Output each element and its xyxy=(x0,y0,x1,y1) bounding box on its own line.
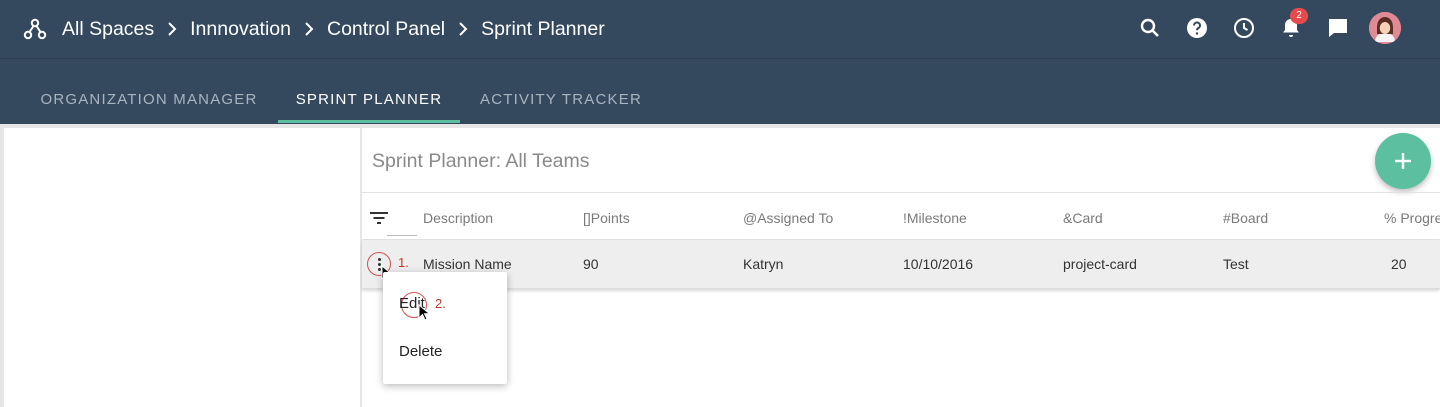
column-header-assigned-to[interactable]: @Assigned To xyxy=(743,210,833,226)
sprint-planner-panel: Sprint Planner: All Teams Description []… xyxy=(362,128,1440,407)
avatar[interactable] xyxy=(1369,12,1401,44)
filter-icon[interactable] xyxy=(370,211,388,225)
column-header-milestone[interactable]: !Milestone xyxy=(903,210,967,226)
active-tab-indicator xyxy=(278,120,460,123)
add-button[interactable] xyxy=(1375,133,1431,189)
left-panel xyxy=(4,128,360,407)
breadcrumb-sprint-planner: Sprint Planner xyxy=(481,17,605,40)
page-title: Sprint Planner: All Teams xyxy=(372,150,590,172)
cell-progress: 20 xyxy=(1391,256,1407,272)
breadcrumb-innovation[interactable]: Innnovation xyxy=(190,18,291,41)
cell-board: Test xyxy=(1223,256,1249,272)
help-icon[interactable] xyxy=(1185,16,1209,40)
table-header: Description []Points @Assigned To !Miles… xyxy=(362,192,1440,240)
step-annotation-1: 1. xyxy=(398,255,409,270)
table-row[interactable]: 1. Mission Name 90 Katryn 10/10/2016 pro… xyxy=(362,240,1440,289)
tab-organization-manager[interactable]: ORGANIZATION MANAGER xyxy=(20,59,278,125)
cell-description: Mission Name xyxy=(423,256,512,272)
user-avatar-icon xyxy=(1369,12,1401,44)
column-header-board[interactable]: #Board xyxy=(1223,210,1268,226)
filter-input-underline[interactable] xyxy=(387,235,417,236)
plus-icon xyxy=(1395,153,1411,169)
top-bar: All Spaces Innnovation Control Panel Spr… xyxy=(0,0,1440,58)
search-icon[interactable] xyxy=(1138,16,1162,40)
tab-bar: ORGANIZATION MANAGER SPRINT PLANNER ACTI… xyxy=(0,58,1440,124)
mouse-cursor-icon xyxy=(418,304,431,321)
cell-assigned-to: Katryn xyxy=(743,256,784,272)
step-annotation-2: 2. xyxy=(435,296,446,311)
column-header-description[interactable]: Description xyxy=(423,210,493,226)
row-context-menu: Edit 2. Delete xyxy=(383,272,507,384)
chevron-right-icon xyxy=(305,22,314,36)
breadcrumb-all-spaces[interactable]: All Spaces xyxy=(62,18,154,41)
chevron-right-icon xyxy=(168,22,177,36)
column-header-progress[interactable]: % Progre xyxy=(1384,210,1440,226)
kebab-dot xyxy=(377,258,381,261)
chat-icon[interactable] xyxy=(1326,16,1350,40)
breadcrumb-control-panel[interactable]: Control Panel xyxy=(327,18,445,41)
notification-badge: 2 xyxy=(1290,8,1308,24)
menu-item-delete[interactable]: Delete xyxy=(399,343,442,360)
cell-card: project-card xyxy=(1063,256,1137,272)
column-header-card[interactable]: &Card xyxy=(1063,210,1103,226)
breadcrumb: All Spaces Innnovation Control Panel Spr… xyxy=(62,15,605,43)
clock-icon[interactable] xyxy=(1232,16,1256,40)
tab-sprint-planner[interactable]: SPRINT PLANNER xyxy=(278,59,460,125)
spaces-logo-icon[interactable] xyxy=(22,16,48,42)
column-header-points[interactable]: []Points xyxy=(583,210,630,226)
cell-milestone: 10/10/2016 xyxy=(903,256,974,272)
cell-points: 90 xyxy=(583,256,599,272)
chevron-right-icon xyxy=(459,22,468,36)
tab-activity-tracker[interactable]: ACTIVITY TRACKER xyxy=(462,59,660,125)
